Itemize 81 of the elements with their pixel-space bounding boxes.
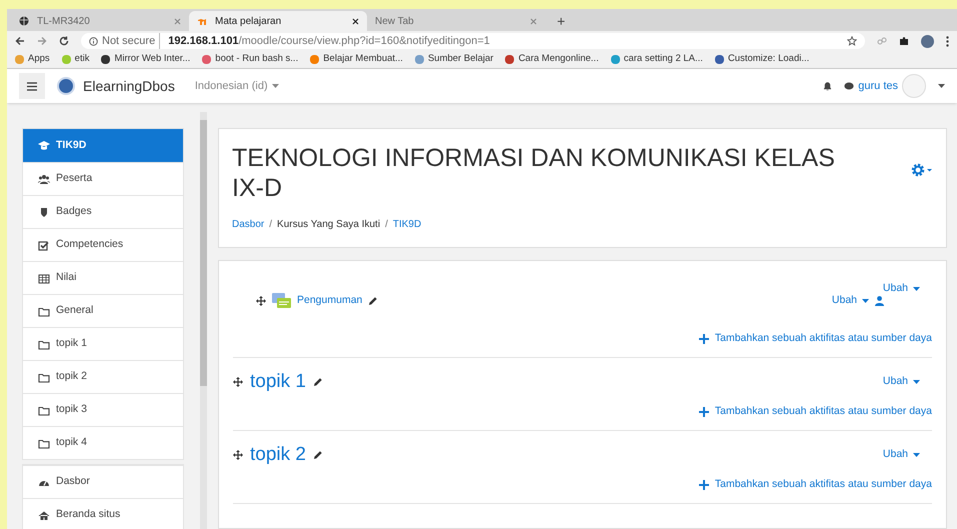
edit-menu[interactable]: Ubah	[882, 447, 920, 463]
user-name[interactable]: guru tes	[858, 78, 898, 94]
profile-avatar[interactable]	[921, 34, 934, 48]
bookmark[interactable]: Customize: Loadi...	[714, 52, 810, 67]
table-icon	[38, 272, 50, 284]
new-tab-button[interactable]: +	[545, 11, 578, 31]
edit-menu[interactable]: Ubah	[882, 374, 920, 390]
shield-icon	[38, 206, 50, 218]
sidebar-item[interactable]: TIK9D	[23, 129, 183, 162]
close-icon[interactable]	[352, 18, 359, 24]
globe-icon	[19, 16, 29, 26]
users-icon	[38, 174, 50, 184]
address-bar[interactable]: Not secure 192.168.1.101/moodle/course/view.php?id=160&notifyeditingon=1	[81, 33, 865, 49]
security-label: Not secure	[102, 32, 160, 50]
info-icon	[89, 36, 98, 46]
site-name[interactable]: ElearningDbos	[83, 76, 175, 96]
gear-icon[interactable]	[911, 163, 933, 177]
folder-icon	[38, 404, 50, 416]
caret-icon[interactable]	[913, 380, 920, 384]
bell-icon[interactable]	[823, 81, 832, 91]
breadcrumb-separator: /	[269, 218, 272, 232]
folder-icon	[38, 438, 50, 448]
section-title[interactable]: topik 1	[250, 368, 306, 396]
bookmark[interactable]: cara setting 2 LA...	[610, 52, 703, 67]
section-title[interactable]: topik 2	[250, 440, 306, 470]
home-icon	[38, 510, 50, 520]
breadcrumb-separator: /	[385, 218, 388, 232]
caret-icon[interactable]	[938, 84, 945, 88]
url-text: 192.168.1.101/moodle/course/view.php?id=160&notifyeditingon=1	[167, 34, 490, 49]
sidebar-scrollbar[interactable]	[200, 112, 207, 529]
folder-icon	[38, 338, 50, 350]
activity-link[interactable]: Pengumuman	[297, 292, 362, 309]
bookmark[interactable]: Sumber Belajar	[414, 52, 494, 67]
plus-icon	[698, 334, 709, 344]
reload-icon[interactable]	[59, 36, 69, 46]
forum-icon	[272, 292, 291, 309]
menu-button[interactable]	[19, 73, 45, 99]
breadcrumb-item[interactable]: TIK9D	[392, 217, 422, 232]
bookmark[interactable]: boot - Run bash s...	[202, 52, 298, 67]
puzzle-icon[interactable]	[899, 36, 909, 46]
bookmark[interactable]: Apps	[15, 52, 50, 67]
add-activity-link[interactable]: Tambahkan sebuah aktifitas atau sumber daya	[233, 404, 932, 420]
add-activity-link[interactable]: Tambahkan sebuah aktifitas atau sumber daya	[233, 330, 932, 346]
bookmark[interactable]: Mirror Web Inter...	[101, 52, 190, 67]
move-icon[interactable]	[256, 296, 266, 306]
folder-icon	[38, 372, 50, 382]
bookmark[interactable]: Belajar Membuat...	[310, 52, 403, 67]
pencil-icon[interactable]	[368, 296, 378, 306]
move-icon[interactable]	[233, 450, 243, 460]
folder-icon	[38, 306, 50, 316]
menu-icon	[27, 82, 37, 90]
chat-icon[interactable]	[844, 82, 854, 90]
course-title: TEKNOLOGI INFORMASI DAN KOMUNIKASI KELAS IX-D	[232, 143, 836, 203]
caret-icon[interactable]	[862, 298, 869, 303]
caret-icon[interactable]	[913, 286, 920, 291]
edit-menu[interactable]: Ubah	[882, 281, 920, 297]
browser-tab[interactable]: Mata pelajaran	[189, 11, 367, 31]
browser-tab[interactable]: New Tab	[367, 11, 545, 31]
site-favicon-icon	[197, 16, 207, 26]
more-icon[interactable]	[946, 36, 949, 46]
star-icon[interactable]	[847, 36, 857, 46]
site-logo	[57, 77, 75, 95]
plus-icon	[698, 480, 709, 490]
graduation-cap-icon	[38, 140, 50, 151]
edit-menu[interactable]: Ubah	[832, 292, 869, 309]
move-icon[interactable]	[233, 376, 243, 387]
pencil-icon[interactable]	[312, 450, 323, 460]
language-menu[interactable]: Indonesian (id)	[194, 78, 279, 94]
bookmark[interactable]: etik	[62, 52, 90, 67]
caret-icon[interactable]	[913, 453, 920, 457]
breadcrumb-item[interactable]: Dasbor	[232, 217, 264, 232]
bookmark[interactable]: Cara Mengonline...	[505, 52, 599, 67]
browser-tab[interactable]: TL-MR3420	[11, 11, 189, 31]
plus-icon	[698, 406, 709, 417]
breadcrumb-item: Kursus Yang Saya Ikuti	[277, 218, 380, 232]
user-icon[interactable]	[875, 296, 884, 306]
checkbox-icon	[38, 240, 50, 250]
caret-icon[interactable]	[272, 84, 279, 88]
back-icon[interactable]	[15, 36, 25, 46]
add-activity-link[interactable]: Tambahkan sebuah aktifitas atau sumber daya	[233, 477, 932, 493]
pencil-icon[interactable]	[312, 376, 323, 387]
